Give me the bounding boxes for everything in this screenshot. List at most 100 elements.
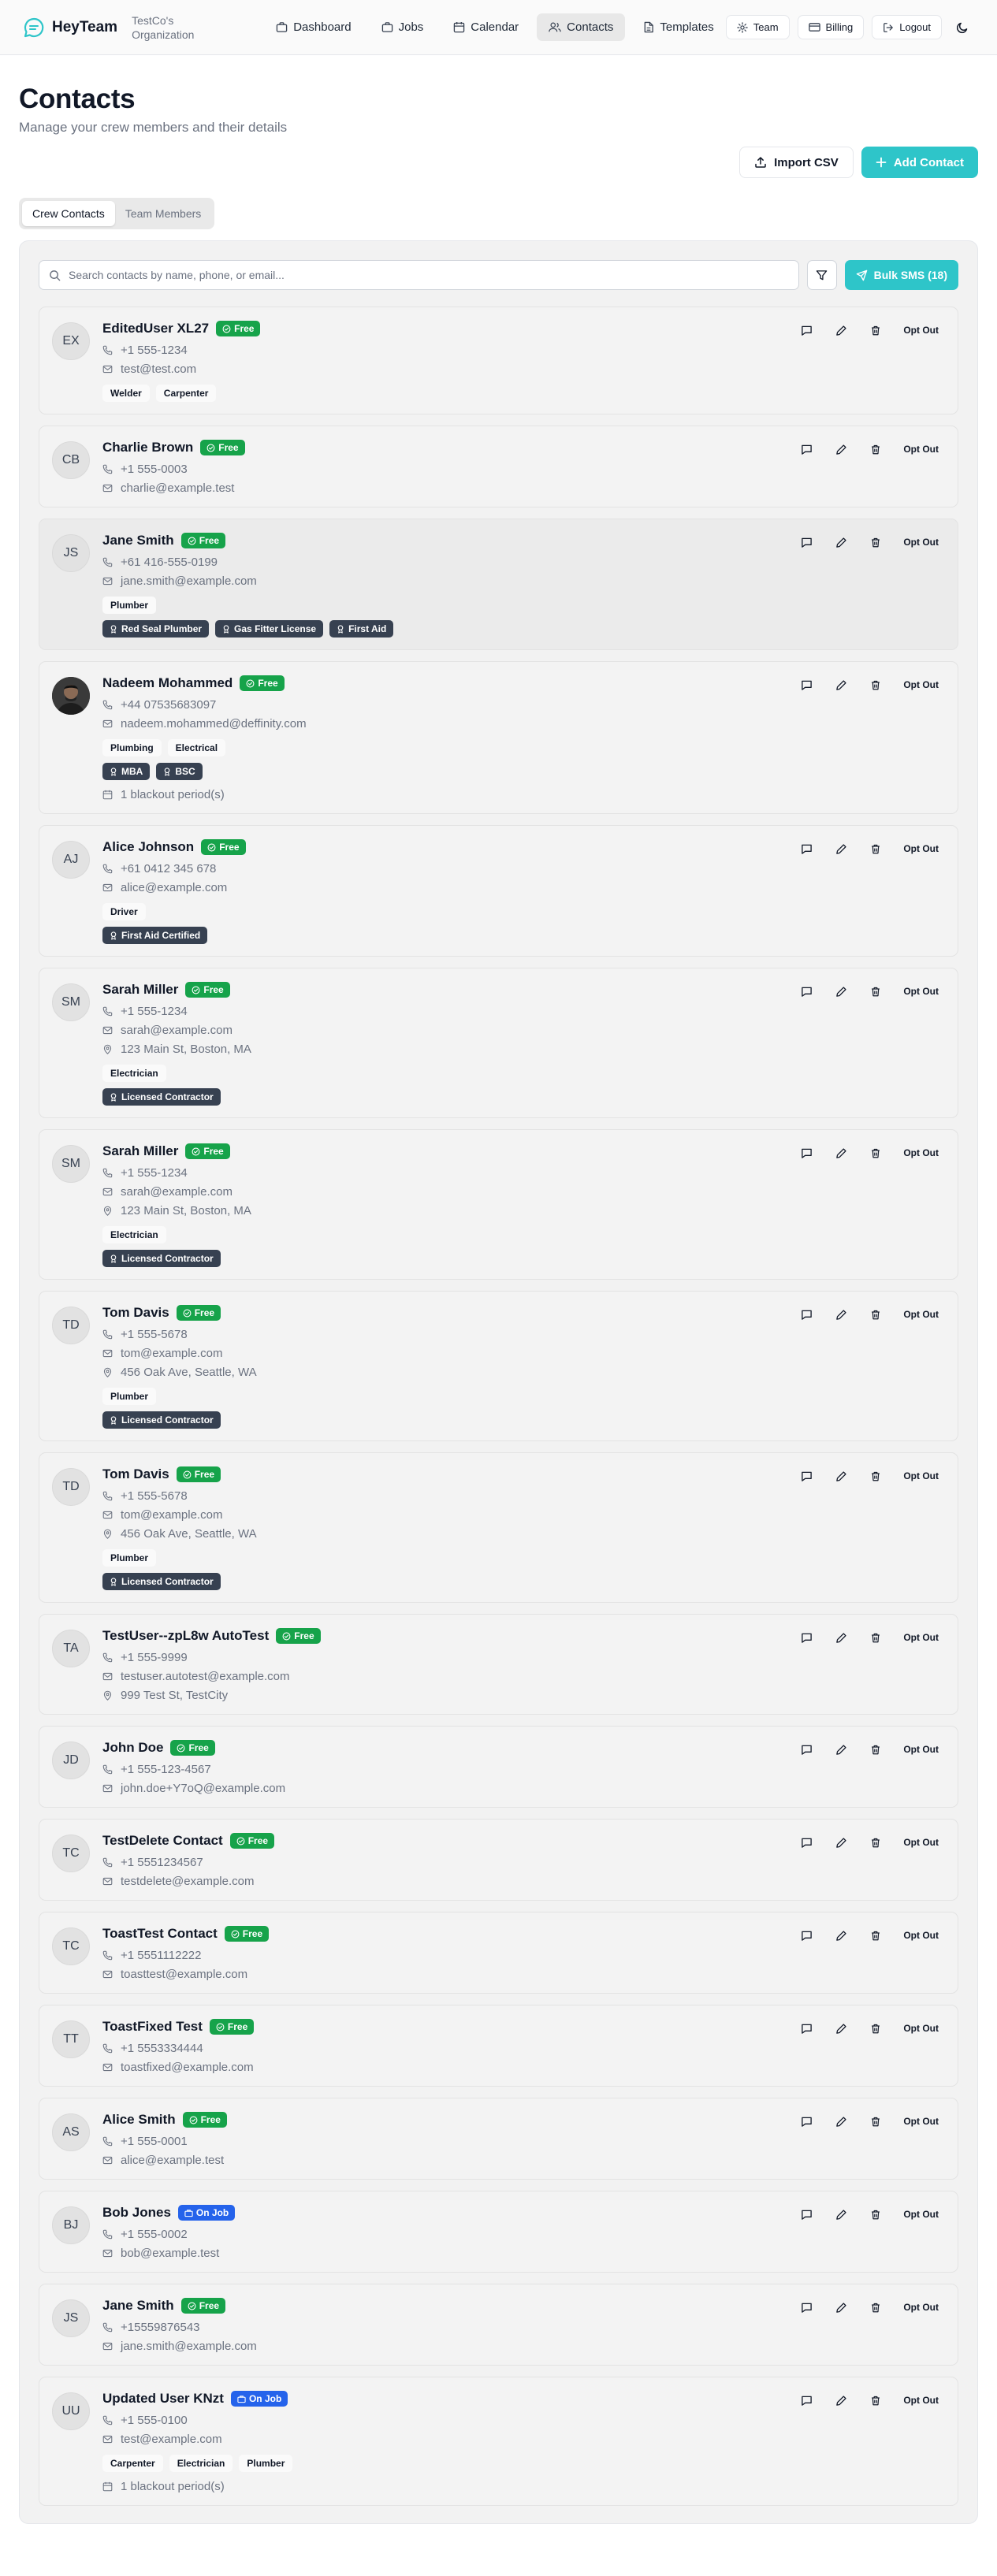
team-button[interactable]: Team [725, 15, 790, 39]
message-button[interactable] [793, 2390, 820, 2411]
contact-name[interactable]: Updated User KNzt [102, 2391, 224, 2407]
contact-name[interactable]: Sarah Miller [102, 982, 178, 998]
opt-out-button[interactable]: Opt Out [897, 986, 945, 997]
opt-out-button[interactable]: Opt Out [897, 537, 945, 548]
opt-out-button[interactable]: Opt Out [897, 2302, 945, 2313]
delete-button[interactable] [862, 532, 889, 552]
delete-button[interactable] [862, 439, 889, 459]
opt-out-button[interactable]: Opt Out [897, 679, 945, 690]
delete-button[interactable] [862, 2204, 889, 2225]
edit-button[interactable] [828, 675, 854, 695]
add-contact-button[interactable]: Add Contact [861, 147, 978, 178]
search-input[interactable] [69, 269, 789, 281]
edit-button[interactable] [828, 1925, 854, 1946]
contact-name[interactable]: Nadeem Mohammed [102, 675, 233, 691]
message-button[interactable] [793, 2111, 820, 2132]
contact-card[interactable]: TC TestDelete Contact Free +1 5551234567 tes… [39, 1819, 958, 1901]
contact-card[interactable]: AS Alice Smith Free +1 555-0001 alice@exampl… [39, 2098, 958, 2180]
delete-button[interactable] [862, 1143, 889, 1163]
opt-out-button[interactable]: Opt Out [897, 2116, 945, 2127]
message-button[interactable] [793, 532, 820, 552]
billing-button[interactable]: Billing [797, 15, 865, 39]
contact-name[interactable]: ToastTest Contact [102, 1926, 218, 1942]
edit-button[interactable] [828, 1304, 854, 1325]
contact-name[interactable]: Jane Smith [102, 533, 174, 548]
contact-card[interactable]: TD Tom Davis Free +1 555-5678 tom@example.co… [39, 1452, 958, 1603]
message-button[interactable] [793, 2018, 820, 2039]
opt-out-button[interactable]: Opt Out [897, 1744, 945, 1755]
contact-card[interactable]: TA TestUser--zpL8w AutoTest Free +1 555-999… [39, 1614, 958, 1715]
message-button[interactable] [793, 1832, 820, 1853]
opt-out-button[interactable]: Opt Out [897, 1930, 945, 1941]
tab-team-members[interactable]: Team Members [115, 201, 211, 226]
edit-button[interactable] [828, 1832, 854, 1853]
edit-button[interactable] [828, 1466, 854, 1486]
delete-button[interactable] [862, 320, 889, 340]
edit-button[interactable] [828, 2111, 854, 2132]
opt-out-button[interactable]: Opt Out [897, 1309, 945, 1320]
message-button[interactable] [793, 320, 820, 340]
contact-card[interactable]: AJ Alice Johnson Free +61 0412 345 678 alice… [39, 825, 958, 957]
contact-name[interactable]: Bob Jones [102, 2205, 171, 2221]
message-button[interactable] [793, 981, 820, 1002]
edit-button[interactable] [828, 981, 854, 1002]
delete-button[interactable] [862, 1925, 889, 1946]
delete-button[interactable] [862, 981, 889, 1002]
opt-out-button[interactable]: Opt Out [897, 1632, 945, 1643]
contact-name[interactable]: Alice Johnson [102, 839, 194, 855]
delete-button[interactable] [862, 2297, 889, 2318]
opt-out-button[interactable]: Opt Out [897, 843, 945, 854]
contact-name[interactable]: Sarah Miller [102, 1143, 178, 1159]
delete-button[interactable] [862, 2018, 889, 2039]
message-button[interactable] [793, 1627, 820, 1648]
contact-name[interactable]: EditedUser XL27 [102, 321, 209, 336]
delete-button[interactable] [862, 1466, 889, 1486]
message-button[interactable] [793, 1466, 820, 1486]
contact-card[interactable]: TC ToastTest Contact Free +1 5551112222 toas… [39, 1912, 958, 1994]
message-button[interactable] [793, 2297, 820, 2318]
contact-card[interactable]: Nadeem Mohammed Free +44 07535683097 nadeem… [39, 661, 958, 814]
contact-card[interactable]: TT ToastFixed Test Free +1 5553334444 toastf… [39, 2005, 958, 2087]
nav-calendar[interactable]: Calendar [441, 13, 530, 41]
nav-jobs[interactable]: Jobs [370, 13, 436, 41]
contact-name[interactable]: ToastFixed Test [102, 2019, 203, 2035]
opt-out-button[interactable]: Opt Out [897, 444, 945, 455]
message-button[interactable] [793, 675, 820, 695]
contact-card[interactable]: UU Updated User KNzt On Job +1 555-0100 test… [39, 2377, 958, 2506]
delete-button[interactable] [862, 838, 889, 859]
message-button[interactable] [793, 2204, 820, 2225]
contact-name[interactable]: Jane Smith [102, 2298, 174, 2314]
contact-card[interactable]: BJ Bob Jones On Job +1 555-0002 bob@example.… [39, 2191, 958, 2273]
opt-out-button[interactable]: Opt Out [897, 1837, 945, 1848]
import-csv-button[interactable]: Import CSV [739, 147, 854, 178]
delete-button[interactable] [862, 1832, 889, 1853]
edit-button[interactable] [828, 320, 854, 340]
edit-button[interactable] [828, 1627, 854, 1648]
opt-out-button[interactable]: Opt Out [897, 1147, 945, 1158]
edit-button[interactable] [828, 439, 854, 459]
contact-name[interactable]: Tom Davis [102, 1305, 169, 1321]
contact-name[interactable]: Charlie Brown [102, 440, 193, 455]
contact-name[interactable]: TestDelete Contact [102, 1833, 223, 1849]
brand[interactable]: HeyTeam [22, 16, 117, 39]
contact-card[interactable]: TD Tom Davis Free +1 555-5678 tom@example.co… [39, 1291, 958, 1441]
delete-button[interactable] [862, 1627, 889, 1648]
opt-out-button[interactable]: Opt Out [897, 1470, 945, 1481]
message-button[interactable] [793, 1304, 820, 1325]
message-button[interactable] [793, 1925, 820, 1946]
edit-button[interactable] [828, 2204, 854, 2225]
delete-button[interactable] [862, 1304, 889, 1325]
edit-button[interactable] [828, 1143, 854, 1163]
contact-name[interactable]: Tom Davis [102, 1466, 169, 1482]
tab-crew-contacts[interactable]: Crew Contacts [22, 201, 115, 226]
message-button[interactable] [793, 439, 820, 459]
delete-button[interactable] [862, 2390, 889, 2411]
opt-out-button[interactable]: Opt Out [897, 2209, 945, 2220]
opt-out-button[interactable]: Opt Out [897, 325, 945, 336]
bulk-sms-button[interactable]: Bulk SMS (18) [844, 260, 958, 290]
delete-button[interactable] [862, 675, 889, 695]
nav-contacts[interactable]: Contacts [537, 13, 626, 41]
message-button[interactable] [793, 838, 820, 859]
contact-card[interactable]: CB Charlie Brown Free +1 555-0003 charlie@ex… [39, 426, 958, 507]
logout-button[interactable]: Logout [872, 15, 942, 39]
